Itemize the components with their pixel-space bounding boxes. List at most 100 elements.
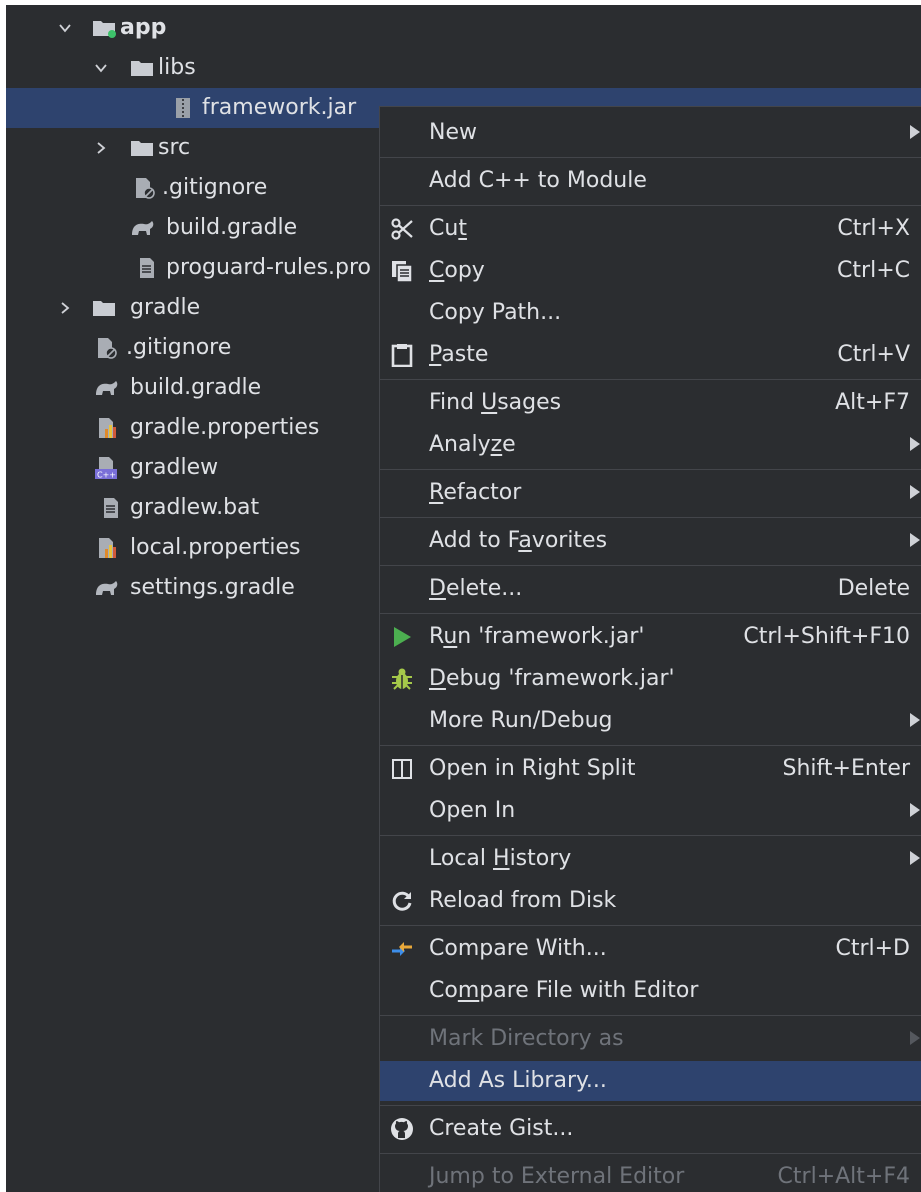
menu-shortcut: Alt+F7 [835, 390, 910, 415]
chevron-down-icon[interactable] [56, 8, 74, 48]
tree-label: settings.gradle [130, 575, 295, 600]
menu-item-refactor[interactable]: Refactor [380, 473, 921, 513]
menu-item-delete[interactable]: Delete... Delete [380, 569, 921, 609]
menu-separator [380, 613, 921, 614]
menu-item-more-run-debug[interactable]: More Run/Debug [380, 701, 921, 741]
tree-label: local.properties [130, 535, 301, 560]
menu-shortcut: Ctrl+C [837, 258, 910, 283]
chevron-right-icon[interactable] [92, 128, 110, 168]
tree-item-libs[interactable]: libs [6, 48, 921, 88]
split-view-icon [390, 757, 414, 781]
menu-item-add-cpp[interactable]: Add C++ to Module [380, 161, 921, 201]
tree-label: gradlew.bat [130, 495, 260, 520]
clipboard-icon [390, 343, 414, 368]
menu-item-create-gist[interactable]: Create Gist... [380, 1109, 921, 1149]
run-triangle-icon [390, 625, 414, 649]
folder-icon [130, 137, 156, 159]
menu-separator [380, 565, 921, 566]
folder-icon [130, 57, 156, 79]
menu-item-new[interactable]: New [380, 113, 921, 153]
menu-item-add-favorites[interactable]: Add to Favorites [380, 521, 921, 561]
chevron-right-icon[interactable] [56, 288, 74, 328]
menu-separator [380, 469, 921, 470]
menu-item-copy[interactable]: Copy Ctrl+C [380, 251, 921, 291]
menu-label: Compare File with Editor [429, 978, 699, 1003]
text-file-icon [100, 497, 126, 519]
tree-label: proguard-rules.pro [166, 255, 372, 280]
menu-item-cut[interactable]: Cut Ctrl+X [380, 209, 921, 249]
menu-separator [380, 745, 921, 746]
tree-label: .gitignore [162, 175, 268, 200]
tree-label: gradle.properties [130, 415, 320, 440]
menu-item-paste[interactable]: Paste Ctrl+V [380, 335, 921, 375]
gradle-elephant-icon [94, 377, 120, 399]
menu-item-copy-path[interactable]: Copy Path... [380, 293, 921, 333]
menu-shortcut: Ctrl+V [837, 342, 910, 367]
menu-shortcut: Ctrl+D [835, 936, 910, 961]
bug-icon [390, 667, 414, 691]
module-folder-icon [92, 17, 118, 39]
menu-label: Run 'framework.jar' [429, 624, 645, 649]
script-file-icon: C++ [94, 457, 120, 480]
menu-separator [380, 517, 921, 518]
menu-label: More Run/Debug [429, 708, 613, 733]
menu-label: Add As Library... [429, 1068, 607, 1093]
tree-label: src [158, 135, 191, 160]
gitignore-icon [132, 177, 158, 199]
tree-label: build.gradle [130, 375, 262, 400]
menu-shortcut: Delete [837, 576, 910, 601]
gitignore-icon [94, 337, 120, 359]
chevron-down-icon[interactable] [92, 48, 110, 88]
menu-label: Refactor [429, 480, 522, 505]
tree-item-app[interactable]: app [6, 8, 921, 48]
gradle-elephant-icon [130, 217, 156, 239]
menu-item-add-as-library[interactable]: Add As Library... [380, 1061, 921, 1101]
scissors-icon [390, 217, 414, 241]
menu-item-debug[interactable]: Debug 'framework.jar' [380, 659, 921, 699]
svg-text:C++: C++ [97, 471, 116, 480]
submenu-arrow-icon [910, 803, 920, 817]
copy-icon [390, 259, 414, 283]
menu-label: Create Gist... [429, 1116, 574, 1141]
tree-label: gradlew [130, 455, 219, 480]
menu-separator [380, 1153, 921, 1154]
menu-item-compare-with[interactable]: Compare With... Ctrl+D [380, 929, 921, 969]
menu-item-open-right-split[interactable]: Open in Right Split Shift+Enter [380, 749, 921, 789]
menu-item-compare-file-editor[interactable]: Compare File with Editor [380, 971, 921, 1011]
menu-separator [380, 925, 921, 926]
reload-icon [390, 889, 414, 913]
properties-file-icon [96, 417, 122, 439]
menu-separator [380, 1015, 921, 1016]
menu-label: Copy [429, 258, 485, 283]
submenu-arrow-icon [910, 437, 920, 451]
menu-label: Cut [429, 216, 467, 241]
menu-label: Paste [429, 342, 489, 367]
menu-item-open-in[interactable]: Open In [380, 791, 921, 831]
tree-label: libs [158, 55, 196, 80]
menu-label: Jump to External Editor [429, 1164, 685, 1189]
menu-item-run[interactable]: Run 'framework.jar' Ctrl+Shift+F10 [380, 617, 921, 657]
menu-item-mark-directory[interactable]: Mark Directory as [380, 1019, 921, 1059]
menu-item-jump-external-editor[interactable]: Jump to External Editor Ctrl+Alt+F4 [380, 1157, 921, 1192]
tree-label: .gitignore [126, 335, 232, 360]
menu-separator [380, 835, 921, 836]
menu-label: Compare With... [429, 936, 607, 961]
menu-label: Analyze [429, 432, 516, 457]
tree-label: app [120, 15, 167, 40]
menu-separator [380, 157, 921, 158]
tree-label: framework.jar [202, 95, 357, 120]
compare-arrows-icon [390, 937, 414, 961]
menu-separator [380, 205, 921, 206]
tree-label: build.gradle [166, 215, 298, 240]
menu-item-analyze[interactable]: Analyze [380, 425, 921, 465]
menu-item-find-usages[interactable]: Find Usages Alt+F7 [380, 383, 921, 423]
menu-item-reload-from-disk[interactable]: Reload from Disk [380, 881, 921, 921]
menu-shortcut: Ctrl+Alt+F4 [777, 1164, 910, 1189]
submenu-arrow-icon [910, 851, 920, 865]
submenu-arrow-icon [910, 713, 920, 727]
menu-label: Open in Right Split [429, 756, 636, 781]
menu-label: Find Usages [429, 390, 562, 415]
menu-item-local-history[interactable]: Local History [380, 839, 921, 879]
menu-label: Add to Favorites [429, 528, 608, 553]
text-file-icon [136, 257, 162, 279]
